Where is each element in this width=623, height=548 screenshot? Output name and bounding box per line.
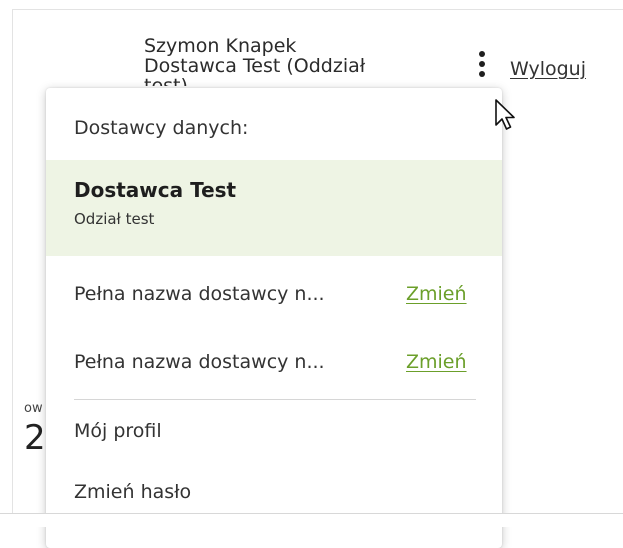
dropdown-heading: Dostawcy danych: bbox=[74, 117, 249, 139]
menu-item-my-profile[interactable]: Mój profil bbox=[74, 420, 162, 442]
selected-provider-branch: Odział test bbox=[74, 210, 155, 228]
logout-link[interactable]: Wyloguj bbox=[510, 58, 586, 80]
user-info: Szymon Knapek Dostawca Test (Oddział tes… bbox=[144, 36, 444, 86]
bottom-edge bbox=[0, 513, 623, 527]
page-left-border bbox=[12, 9, 13, 514]
menu-item-change-password[interactable]: Zmień hasło bbox=[74, 481, 191, 503]
provider-name: Pełna nazwa dostawcy n... bbox=[74, 283, 325, 305]
dropdown-divider bbox=[74, 399, 476, 400]
provider-dropdown-menu: Dostawcy danych: Dostawca Test Odział te… bbox=[46, 88, 502, 548]
user-name: Szymon Knapek bbox=[144, 36, 297, 57]
change-provider-link[interactable]: Zmień bbox=[406, 283, 467, 305]
provider-row: Pełna nazwa dostawcy n... Zmień bbox=[46, 276, 502, 316]
mouse-pointer-icon bbox=[495, 99, 515, 130]
provider-row: Pełna nazwa dostawcy n... Zmień bbox=[46, 344, 502, 384]
kebab-dot bbox=[479, 51, 485, 57]
selected-provider[interactable]: Dostawca Test Odział test bbox=[46, 160, 502, 256]
more-vertical-icon[interactable] bbox=[476, 51, 488, 81]
kebab-dot bbox=[479, 71, 485, 77]
user-company-overflow: test) bbox=[144, 75, 188, 86]
header-border bbox=[12, 9, 623, 10]
kebab-dot bbox=[479, 61, 485, 67]
provider-name: Pełna nazwa dostawcy n... bbox=[74, 351, 325, 373]
background-label-fragment: ow bbox=[24, 401, 43, 416]
selected-provider-name: Dostawca Test bbox=[74, 178, 237, 202]
change-provider-link[interactable]: Zmień bbox=[406, 351, 467, 373]
background-number-fragment: 2 bbox=[24, 418, 46, 458]
user-company: Dostawca Test (Oddział bbox=[144, 55, 366, 77]
